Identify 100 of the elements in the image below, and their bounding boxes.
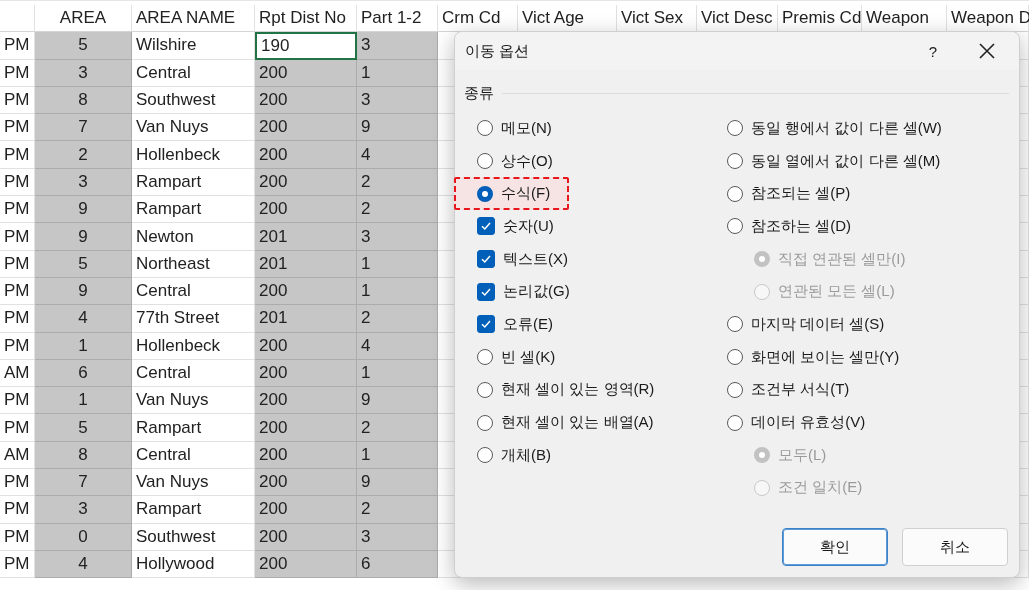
section-label: 종류 <box>464 84 494 103</box>
radio-button[interactable] <box>727 185 743 202</box>
table-cell: 4 <box>357 332 438 360</box>
table-cell: 200 <box>255 114 357 142</box>
option-label: 수식(F) <box>501 184 551 204</box>
table-cell: 4 <box>35 305 132 333</box>
option-label: 텍스트(X) <box>503 249 568 269</box>
table-cell: 200 <box>255 523 357 551</box>
option-label: 숫자(U) <box>503 216 554 236</box>
table-cell: 200 <box>255 387 357 415</box>
option-label: 개체(B) <box>501 445 551 465</box>
table-cell: 3 <box>35 168 132 197</box>
table-cell: 3 <box>357 32 438 60</box>
option-label: 마지막 데이터 셀(S) <box>751 314 885 334</box>
radio-button[interactable] <box>477 153 493 170</box>
table-cell: 201 <box>255 223 357 251</box>
checkmark-icon <box>480 318 492 331</box>
radio-button[interactable] <box>727 316 743 333</box>
radio-button[interactable] <box>727 120 743 137</box>
table-cell: 200 <box>255 469 357 497</box>
table-cell: 7 <box>35 114 132 142</box>
column-header: Vict Desc <box>701 8 773 29</box>
table-cell: 4 <box>357 141 438 169</box>
option-label: 메모(N) <box>501 118 552 138</box>
radio-button[interactable] <box>477 185 493 202</box>
option-label: 오류(E) <box>503 314 553 334</box>
table-cell: 200 <box>255 277 357 306</box>
checkbox[interactable] <box>477 250 495 269</box>
checkbox[interactable] <box>477 315 495 334</box>
column-header: Rpt Dist No <box>259 8 346 29</box>
table-cell: 4 <box>35 550 132 579</box>
radio-button[interactable] <box>727 153 743 170</box>
table-cell: 2 <box>357 305 438 333</box>
column-header: Crm Cd <box>442 8 501 29</box>
column-header: AREA <box>59 8 107 29</box>
table-cell: 2 <box>357 414 438 442</box>
option-label: 조건부 서식(T) <box>751 380 850 400</box>
radio-button[interactable] <box>727 414 743 431</box>
radio-button[interactable] <box>727 381 743 398</box>
option-label: 상수(O) <box>501 151 553 171</box>
table-cell: 200 <box>255 168 357 197</box>
option-label: 참조되는 셀(P) <box>751 184 851 204</box>
table-cell: 8 <box>35 441 132 470</box>
cancel-button[interactable]: 취소 <box>902 528 1008 566</box>
table-cell: 200 <box>255 496 357 524</box>
option-label: 동일 행에서 값이 다른 셀(W) <box>751 118 942 138</box>
column-header: Vict Sex <box>621 8 684 29</box>
table-cell: 5 <box>35 250 132 278</box>
option-label: 직접 연관된 셀만(I) <box>778 249 906 269</box>
active-cell: 190 <box>255 32 357 60</box>
table-cell: 6 <box>357 550 438 579</box>
table-cell: 3 <box>357 86 438 115</box>
table-cell: 2 <box>357 196 438 224</box>
table-cell: 1 <box>35 332 132 360</box>
table-cell: 200 <box>255 550 357 579</box>
column-header: Vict Age <box>522 8 585 29</box>
radio-button[interactable] <box>727 218 743 235</box>
radio-button[interactable] <box>727 349 743 366</box>
table-cell: 200 <box>255 414 357 442</box>
table-cell: 200 <box>255 59 357 87</box>
table-cell: 7 <box>35 469 132 497</box>
ok-button[interactable]: 확인 <box>782 528 888 566</box>
radio-button[interactable] <box>477 349 493 366</box>
option-label: 참조하는 셀(D) <box>751 216 851 236</box>
table-cell: 5 <box>35 32 132 60</box>
table-cell: 1 <box>357 359 438 388</box>
radio-button[interactable] <box>477 120 493 137</box>
radio-button[interactable] <box>477 414 493 431</box>
table-cell: 200 <box>255 196 357 224</box>
table-cell: 200 <box>255 359 357 388</box>
radio-button[interactable] <box>477 447 493 464</box>
option-label: 동일 열에서 값이 다른 셀(M) <box>751 151 941 171</box>
table-cell: 2 <box>35 141 132 169</box>
table-cell: 1 <box>35 387 132 415</box>
checkbox[interactable] <box>477 282 495 301</box>
option-label: 연관된 모든 셀(L) <box>778 282 895 302</box>
table-cell: 201 <box>255 250 357 278</box>
option-label: 논리값(G) <box>503 282 570 302</box>
column-header: Premis Cd <box>782 8 862 29</box>
table-cell: 9 <box>357 387 438 415</box>
table-cell: 2 <box>357 496 438 524</box>
checkmark-icon <box>480 220 492 233</box>
table-cell: 3 <box>35 59 132 87</box>
option-label: 조건 일치(E) <box>778 478 863 498</box>
help-button[interactable]: ? <box>915 42 951 60</box>
table-cell: 1 <box>357 277 438 306</box>
table-cell: 1 <box>357 59 438 87</box>
column-header: Part 1-2 <box>361 8 422 29</box>
column-header: AREA NAME <box>136 8 236 29</box>
checkmark-icon <box>480 253 492 266</box>
option-label: 현재 셀이 있는 영역(R) <box>501 380 655 400</box>
table-cell: 200 <box>255 441 357 470</box>
radio-button[interactable] <box>477 381 493 398</box>
table-cell: 200 <box>255 332 357 360</box>
checkbox[interactable] <box>477 217 495 236</box>
table-cell: 1 <box>357 441 438 470</box>
table-cell: 3 <box>35 496 132 524</box>
table-cell: 9 <box>35 223 132 251</box>
table-cell: 9 <box>35 277 132 306</box>
table-cell: 200 <box>255 86 357 115</box>
